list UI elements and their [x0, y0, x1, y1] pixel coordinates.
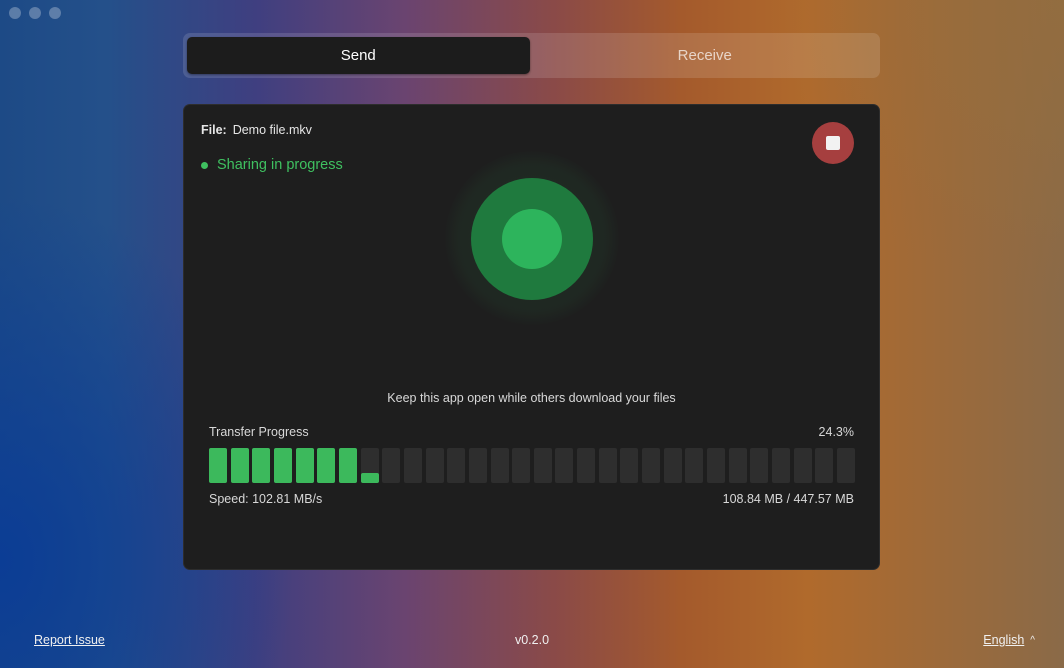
sharing-status: Sharing in progress — [201, 157, 343, 173]
zoom-window-button[interactable] — [49, 7, 61, 19]
tab-send[interactable]: Send — [187, 37, 530, 74]
progress-segment-fill — [338, 448, 357, 483]
progress-segment — [209, 448, 227, 483]
progress-segment — [772, 448, 791, 483]
progress-segment — [620, 448, 639, 483]
stop-sharing-button[interactable] — [812, 122, 854, 164]
pulse-core — [502, 209, 562, 269]
share-panel: File: Demo file.mkv Sharing in progress K… — [183, 104, 880, 570]
progress-segment — [728, 448, 747, 483]
progress-segment — [555, 448, 574, 483]
transfer-size: 108.84 MB / 447.57 MB — [722, 492, 854, 506]
tab-receive[interactable]: Receive — [534, 37, 877, 74]
progress-segment — [598, 448, 617, 483]
progress-segment-fill — [295, 448, 314, 483]
status-text: Sharing in progress — [217, 157, 343, 173]
progress-segment — [338, 448, 357, 483]
progress-segment — [815, 448, 834, 483]
progress-segment — [663, 448, 682, 483]
file-label: File: — [201, 123, 227, 137]
progress-segment — [512, 448, 531, 483]
progress-segment — [230, 448, 249, 483]
progress-segment — [490, 448, 509, 483]
file-info: File: Demo file.mkv — [201, 123, 312, 137]
progress-segment — [642, 448, 661, 483]
progress-segment — [295, 448, 314, 483]
minimize-window-button[interactable] — [29, 7, 41, 19]
app-version: v0.2.0 — [514, 633, 550, 647]
progress-segment — [273, 448, 292, 483]
progress-segment — [685, 448, 704, 483]
transfer-speed: Speed: 102.81 MB/s — [209, 492, 323, 506]
progress-segment — [533, 448, 552, 483]
progress-percent: 24.3% — [818, 425, 854, 439]
progress-segment-fill — [209, 448, 227, 483]
progress-segment-fill — [360, 472, 379, 483]
progress-segment — [750, 448, 769, 483]
progress-segment — [707, 448, 726, 483]
progress-segment — [447, 448, 466, 483]
progress-segment — [252, 448, 271, 483]
progress-segment — [468, 448, 487, 483]
progress-segment-fill — [252, 448, 271, 483]
progress-segment — [382, 448, 401, 483]
progress-bar — [209, 448, 855, 483]
progress-segment — [403, 448, 422, 483]
stop-icon — [826, 136, 840, 150]
status-dot-icon — [201, 161, 208, 169]
progress-segment — [425, 448, 444, 483]
progress-segment — [360, 448, 379, 483]
progress-segment — [317, 448, 336, 483]
progress-segment-fill — [273, 448, 292, 483]
progress-segment — [793, 448, 812, 483]
keep-open-hint: Keep this app open while others download… — [387, 391, 676, 405]
file-name: Demo file.mkv — [232, 123, 312, 137]
progress-segment-fill — [317, 448, 336, 483]
progress-segment — [577, 448, 596, 483]
window-controls — [9, 7, 61, 19]
progress-segment-fill — [230, 448, 249, 483]
language-label: English — [983, 633, 1025, 647]
chevron-up-icon: ^ — [1030, 634, 1035, 646]
language-selector[interactable]: English ^ — [983, 633, 1035, 647]
progress-segment — [837, 448, 855, 483]
close-window-button[interactable] — [9, 7, 21, 19]
mode-tabs: Send Receive — [183, 33, 880, 78]
progress-label: Transfer Progress — [209, 425, 309, 439]
